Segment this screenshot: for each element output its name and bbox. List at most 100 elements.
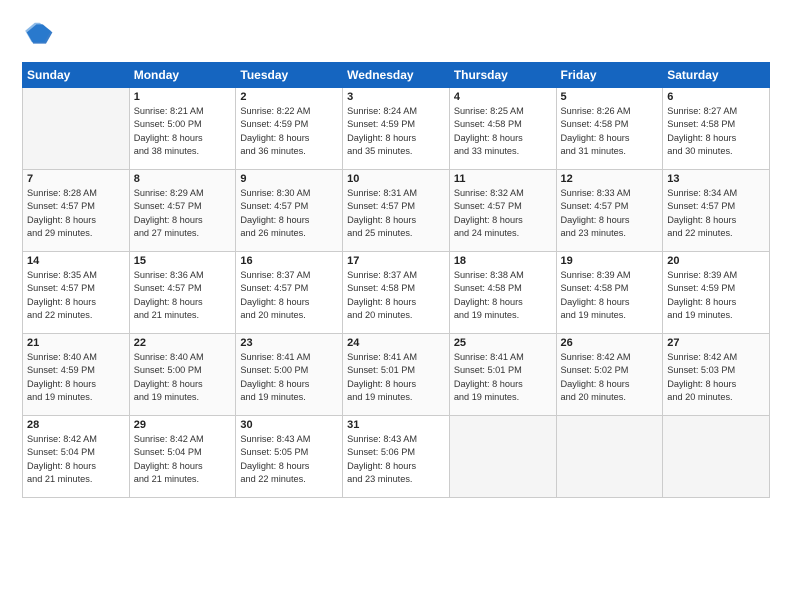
day-cell: 22Sunrise: 8:40 AM Sunset: 5:00 PM Dayli… — [129, 334, 236, 416]
logo-icon — [22, 18, 54, 50]
day-cell: 3Sunrise: 8:24 AM Sunset: 4:59 PM Daylig… — [343, 88, 450, 170]
day-number: 30 — [240, 419, 338, 431]
day-cell: 24Sunrise: 8:41 AM Sunset: 5:01 PM Dayli… — [343, 334, 450, 416]
header-row: SundayMondayTuesdayWednesdayThursdayFrid… — [23, 63, 770, 88]
day-number: 6 — [667, 91, 765, 103]
day-info: Sunrise: 8:29 AM Sunset: 4:57 PM Dayligh… — [134, 187, 232, 240]
day-info: Sunrise: 8:37 AM Sunset: 4:57 PM Dayligh… — [240, 269, 338, 322]
day-info: Sunrise: 8:34 AM Sunset: 4:57 PM Dayligh… — [667, 187, 765, 240]
day-info: Sunrise: 8:33 AM Sunset: 4:57 PM Dayligh… — [561, 187, 659, 240]
day-number: 3 — [347, 91, 445, 103]
day-number: 10 — [347, 173, 445, 185]
day-cell: 26Sunrise: 8:42 AM Sunset: 5:02 PM Dayli… — [556, 334, 663, 416]
day-cell: 31 Sunrise: 8:43 AM Sunset: 5:06 PM Dayli… — [343, 416, 450, 498]
day-number: 31 — [347, 419, 445, 431]
day-number: 18 — [454, 255, 552, 267]
day-header-saturday: Saturday — [663, 63, 770, 88]
day-cell: 5 Sunrise: 8:26 AM Sunset: 4:58 PM Daylig… — [556, 88, 663, 170]
logo — [22, 18, 58, 50]
day-header-friday: Friday — [556, 63, 663, 88]
week-row-1: 7 Sunrise: 8:28 AM Sunset: 4:57 PM Daylig… — [23, 170, 770, 252]
day-cell: 10 Sunrise: 8:31 AM Sunset: 4:57 PM Dayli… — [343, 170, 450, 252]
day-cell: 1 Sunrise: 8:21 AM Sunset: 5:00 PM Daylig… — [129, 88, 236, 170]
day-info: Sunrise: 8:37 AM Sunset: 4:58 PM Dayligh… — [347, 269, 445, 322]
day-number: 5 — [561, 91, 659, 103]
day-cell — [449, 416, 556, 498]
day-info: Sunrise: 8:32 AM Sunset: 4:57 PM Dayligh… — [454, 187, 552, 240]
day-number: 1 — [134, 91, 232, 103]
day-number: 17 — [347, 255, 445, 267]
day-cell: 18 Sunrise: 8:38 AM Sunset: 4:58 PM Dayli… — [449, 252, 556, 334]
calendar: SundayMondayTuesdayWednesdayThursdayFrid… — [22, 62, 770, 498]
day-number: 28 — [27, 419, 125, 431]
day-number: 20 — [667, 255, 765, 267]
day-info: Sunrise: 8:36 AM Sunset: 4:57 PM Dayligh… — [134, 269, 232, 322]
day-cell: 27 Sunrise: 8:42 AM Sunset: 5:03 PM Dayli… — [663, 334, 770, 416]
day-cell — [556, 416, 663, 498]
day-cell: 11 Sunrise: 8:32 AM Sunset: 4:57 PM Dayli… — [449, 170, 556, 252]
day-number: 4 — [454, 91, 552, 103]
week-row-4: 28 Sunrise: 8:42 AM Sunset: 5:04 PM Dayli… — [23, 416, 770, 498]
day-info: Sunrise: 8:41 AM Sunset: 5:00 PM Dayligh… — [240, 351, 338, 404]
day-number: 7 — [27, 173, 125, 185]
day-info: Sunrise: 8:39 AM Sunset: 4:58 PM Dayligh… — [561, 269, 659, 322]
day-cell: 2 Sunrise: 8:22 AM Sunset: 4:59 PM Daylig… — [236, 88, 343, 170]
day-cell: 14 Sunrise: 8:35 AM Sunset: 4:57 PM Dayli… — [23, 252, 130, 334]
day-number: 21 — [27, 337, 125, 349]
day-cell: 16 Sunrise: 8:37 AM Sunset: 4:57 PM Dayli… — [236, 252, 343, 334]
day-header-sunday: Sunday — [23, 63, 130, 88]
day-cell: 19Sunrise: 8:39 AM Sunset: 4:58 PM Dayli… — [556, 252, 663, 334]
day-cell: 20 Sunrise: 8:39 AM Sunset: 4:59 PM Dayli… — [663, 252, 770, 334]
day-cell: 25Sunrise: 8:41 AM Sunset: 5:01 PM Dayli… — [449, 334, 556, 416]
day-info: Sunrise: 8:22 AM Sunset: 4:59 PM Dayligh… — [240, 105, 338, 158]
day-info: Sunrise: 8:21 AM Sunset: 5:00 PM Dayligh… — [134, 105, 232, 158]
day-info: Sunrise: 8:39 AM Sunset: 4:59 PM Dayligh… — [667, 269, 765, 322]
week-row-3: 21 Sunrise: 8:40 AM Sunset: 4:59 PM Dayli… — [23, 334, 770, 416]
day-number: 23 — [240, 337, 338, 349]
day-cell: 17 Sunrise: 8:37 AM Sunset: 4:58 PM Dayli… — [343, 252, 450, 334]
day-info: Sunrise: 8:42 AM Sunset: 5:04 PM Dayligh… — [134, 433, 232, 486]
day-cell: 30 Sunrise: 8:43 AM Sunset: 5:05 PM Dayli… — [236, 416, 343, 498]
day-header-thursday: Thursday — [449, 63, 556, 88]
day-info: Sunrise: 8:26 AM Sunset: 4:58 PM Dayligh… — [561, 105, 659, 158]
day-cell: 28 Sunrise: 8:42 AM Sunset: 5:04 PM Dayli… — [23, 416, 130, 498]
day-info: Sunrise: 8:43 AM Sunset: 5:06 PM Dayligh… — [347, 433, 445, 486]
day-cell: 4Sunrise: 8:25 AM Sunset: 4:58 PM Daylig… — [449, 88, 556, 170]
day-info: Sunrise: 8:31 AM Sunset: 4:57 PM Dayligh… — [347, 187, 445, 240]
day-number: 16 — [240, 255, 338, 267]
day-number: 2 — [240, 91, 338, 103]
day-number: 12 — [561, 173, 659, 185]
week-row-2: 14 Sunrise: 8:35 AM Sunset: 4:57 PM Dayli… — [23, 252, 770, 334]
day-info: Sunrise: 8:28 AM Sunset: 4:57 PM Dayligh… — [27, 187, 125, 240]
day-number: 9 — [240, 173, 338, 185]
day-info: Sunrise: 8:42 AM Sunset: 5:04 PM Dayligh… — [27, 433, 125, 486]
day-info: Sunrise: 8:43 AM Sunset: 5:05 PM Dayligh… — [240, 433, 338, 486]
day-cell: 23 Sunrise: 8:41 AM Sunset: 5:00 PM Dayli… — [236, 334, 343, 416]
day-cell: 13Sunrise: 8:34 AM Sunset: 4:57 PM Dayli… — [663, 170, 770, 252]
day-cell: 15Sunrise: 8:36 AM Sunset: 4:57 PM Dayli… — [129, 252, 236, 334]
day-number: 11 — [454, 173, 552, 185]
day-number: 14 — [27, 255, 125, 267]
day-number: 29 — [134, 419, 232, 431]
day-info: Sunrise: 8:40 AM Sunset: 5:00 PM Dayligh… — [134, 351, 232, 404]
day-info: Sunrise: 8:38 AM Sunset: 4:58 PM Dayligh… — [454, 269, 552, 322]
day-cell: 9 Sunrise: 8:30 AM Sunset: 4:57 PM Daylig… — [236, 170, 343, 252]
day-info: Sunrise: 8:35 AM Sunset: 4:57 PM Dayligh… — [27, 269, 125, 322]
page: SundayMondayTuesdayWednesdayThursdayFrid… — [0, 0, 792, 612]
day-info: Sunrise: 8:30 AM Sunset: 4:57 PM Dayligh… — [240, 187, 338, 240]
day-info: Sunrise: 8:40 AM Sunset: 4:59 PM Dayligh… — [27, 351, 125, 404]
day-header-monday: Monday — [129, 63, 236, 88]
day-number: 25 — [454, 337, 552, 349]
day-cell: 21 Sunrise: 8:40 AM Sunset: 4:59 PM Dayli… — [23, 334, 130, 416]
day-cell: 29 Sunrise: 8:42 AM Sunset: 5:04 PM Dayli… — [129, 416, 236, 498]
day-cell — [23, 88, 130, 170]
header — [22, 18, 770, 50]
day-number: 8 — [134, 173, 232, 185]
day-header-tuesday: Tuesday — [236, 63, 343, 88]
day-info: Sunrise: 8:42 AM Sunset: 5:03 PM Dayligh… — [667, 351, 765, 404]
day-cell — [663, 416, 770, 498]
day-cell: 8 Sunrise: 8:29 AM Sunset: 4:57 PM Daylig… — [129, 170, 236, 252]
week-row-0: 1 Sunrise: 8:21 AM Sunset: 5:00 PM Daylig… — [23, 88, 770, 170]
day-number: 27 — [667, 337, 765, 349]
day-cell: 12 Sunrise: 8:33 AM Sunset: 4:57 PM Dayli… — [556, 170, 663, 252]
